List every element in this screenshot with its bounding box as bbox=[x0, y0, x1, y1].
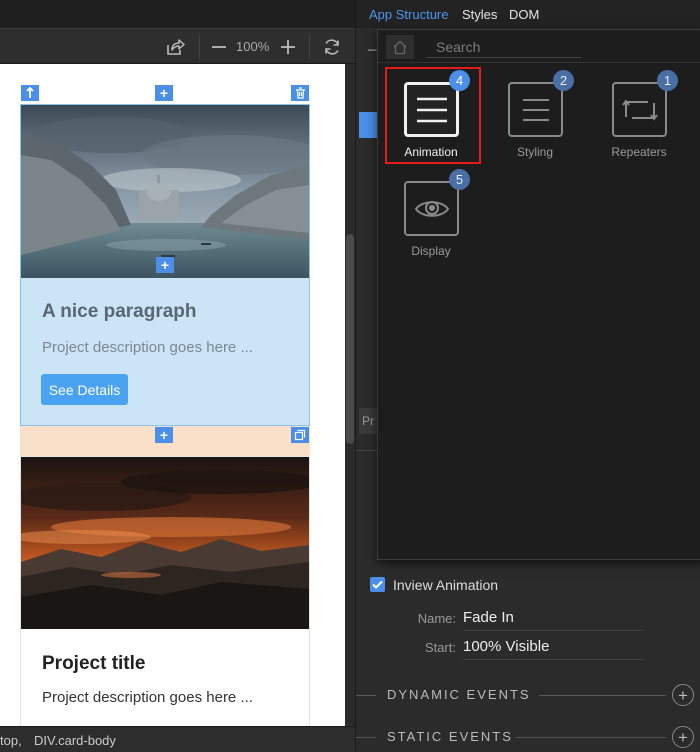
zoom-in-button[interactable] bbox=[277, 35, 299, 59]
category-label: Styling bbox=[516, 145, 554, 159]
card-description[interactable]: Project description goes here ... bbox=[42, 339, 253, 356]
name-label: Name: bbox=[417, 611, 456, 626]
tab-dom[interactable]: DOM bbox=[509, 7, 539, 22]
dynamic-events-section: DYNAMIC EVENTS + bbox=[356, 680, 700, 710]
divider bbox=[516, 737, 666, 738]
breadcrumb-current[interactable]: DIV.card-body bbox=[34, 733, 116, 748]
toolbar-divider bbox=[199, 35, 200, 59]
menu-lines-icon bbox=[522, 98, 549, 121]
card-description[interactable]: Project description goes here ... bbox=[42, 689, 253, 706]
plus-icon: + bbox=[678, 685, 688, 705]
canvas-top-strip bbox=[0, 0, 355, 28]
card-title[interactable]: A nice paragraph bbox=[42, 301, 197, 323]
category-display[interactable]: 5 Display bbox=[381, 169, 481, 269]
toolbar-divider bbox=[309, 35, 310, 59]
section-title: DYNAMIC EVENTS bbox=[387, 687, 531, 702]
category-label: Display bbox=[411, 244, 451, 258]
plus-icon: + bbox=[160, 257, 170, 273]
category-tile bbox=[508, 82, 563, 137]
copy-icon bbox=[294, 429, 306, 441]
category-tile bbox=[612, 82, 667, 137]
delete-element-button[interactable] bbox=[291, 85, 309, 101]
popup-search-bar bbox=[378, 30, 700, 63]
plus-icon: + bbox=[159, 427, 169, 443]
divider bbox=[539, 695, 666, 696]
duplicate-element-button[interactable] bbox=[291, 427, 309, 443]
category-label: Animation bbox=[404, 145, 458, 159]
tab-app-structure[interactable]: App Structure bbox=[369, 7, 449, 22]
insert-after-button[interactable]: + bbox=[155, 427, 173, 443]
collapse-icon: − bbox=[367, 40, 378, 60]
breadcrumb: top, DIV.card-body bbox=[0, 726, 355, 752]
zoom-out-button[interactable] bbox=[208, 35, 230, 59]
mountain-sunset-image bbox=[21, 457, 309, 629]
add-dynamic-event-button[interactable]: + bbox=[672, 684, 694, 706]
share-icon bbox=[167, 39, 185, 55]
insert-before-button[interactable]: + bbox=[155, 85, 173, 101]
insert-inside-button[interactable]: + bbox=[156, 257, 174, 273]
partial-blue-element bbox=[359, 112, 377, 138]
canvas-scrollbar[interactable] bbox=[345, 64, 355, 726]
card-title[interactable]: Project title bbox=[42, 653, 145, 675]
checkmark-icon bbox=[372, 580, 383, 589]
scrollbar-thumb[interactable] bbox=[346, 234, 354, 444]
card-selected[interactable]: + A nice paragraph Project description g… bbox=[20, 104, 310, 426]
trash-icon bbox=[295, 87, 305, 99]
tab-styles[interactable]: Styles bbox=[462, 7, 497, 22]
zoom-level: 100% bbox=[236, 39, 270, 54]
divider bbox=[356, 695, 376, 696]
see-details-button[interactable]: See Details bbox=[41, 374, 128, 405]
animation-name-field[interactable]: Fade In bbox=[463, 609, 643, 631]
select-parent-button[interactable] bbox=[21, 85, 39, 101]
divider bbox=[356, 737, 376, 738]
eye-icon bbox=[414, 200, 449, 217]
category-tile bbox=[404, 181, 459, 236]
divider bbox=[356, 450, 378, 451]
animation-start-field[interactable]: 100% Visible bbox=[463, 638, 643, 660]
card[interactable]: Project title Project description goes h… bbox=[20, 456, 310, 726]
properties-panel: App Structure Styles DOM − Pr 4 Animatio… bbox=[355, 0, 700, 752]
property-category-popup: 4 Animation 2 Styling 1 Repeaters bbox=[377, 29, 700, 560]
inview-animation-checkbox[interactable] bbox=[370, 577, 385, 592]
add-static-event-button[interactable]: + bbox=[672, 726, 694, 748]
inview-animation-label: Inview Animation bbox=[393, 577, 499, 593]
category-count-badge: 4 bbox=[449, 70, 470, 91]
home-button[interactable] bbox=[386, 35, 414, 59]
category-styling[interactable]: 2 Styling bbox=[485, 70, 585, 170]
category-count-badge: 1 bbox=[657, 70, 678, 91]
home-icon bbox=[393, 40, 407, 54]
plus-icon: + bbox=[678, 727, 688, 747]
minus-icon bbox=[212, 46, 226, 48]
refresh-button[interactable] bbox=[319, 35, 345, 59]
category-count-badge: 5 bbox=[449, 169, 470, 190]
start-label: Start: bbox=[424, 640, 456, 655]
refresh-icon bbox=[325, 39, 339, 55]
design-canvas[interactable]: + + A nice paragraph Project description… bbox=[0, 64, 345, 726]
arrow-up-icon bbox=[26, 87, 34, 98]
category-count-badge: 2 bbox=[553, 70, 574, 91]
plus-icon: + bbox=[159, 85, 169, 101]
static-events-section: STATIC EVENTS + bbox=[356, 722, 700, 752]
category-tile bbox=[404, 82, 459, 137]
section-title: STATIC EVENTS bbox=[387, 729, 513, 744]
venice-canal-image bbox=[21, 105, 309, 278]
canvas-toolbar: 100% bbox=[0, 28, 355, 64]
panel-tabs: App Structure Styles DOM bbox=[356, 0, 700, 28]
repeat-arrows-icon bbox=[621, 98, 658, 121]
share-button[interactable] bbox=[162, 35, 188, 59]
menu-lines-icon bbox=[416, 97, 447, 122]
breadcrumb-item[interactable]: top, bbox=[0, 733, 22, 748]
category-animation[interactable]: 4 Animation bbox=[381, 70, 481, 170]
category-label: Repeaters bbox=[611, 145, 667, 159]
search-input[interactable] bbox=[426, 36, 581, 58]
plus-icon bbox=[281, 40, 295, 54]
category-repeaters[interactable]: 1 Repeaters bbox=[589, 70, 689, 170]
